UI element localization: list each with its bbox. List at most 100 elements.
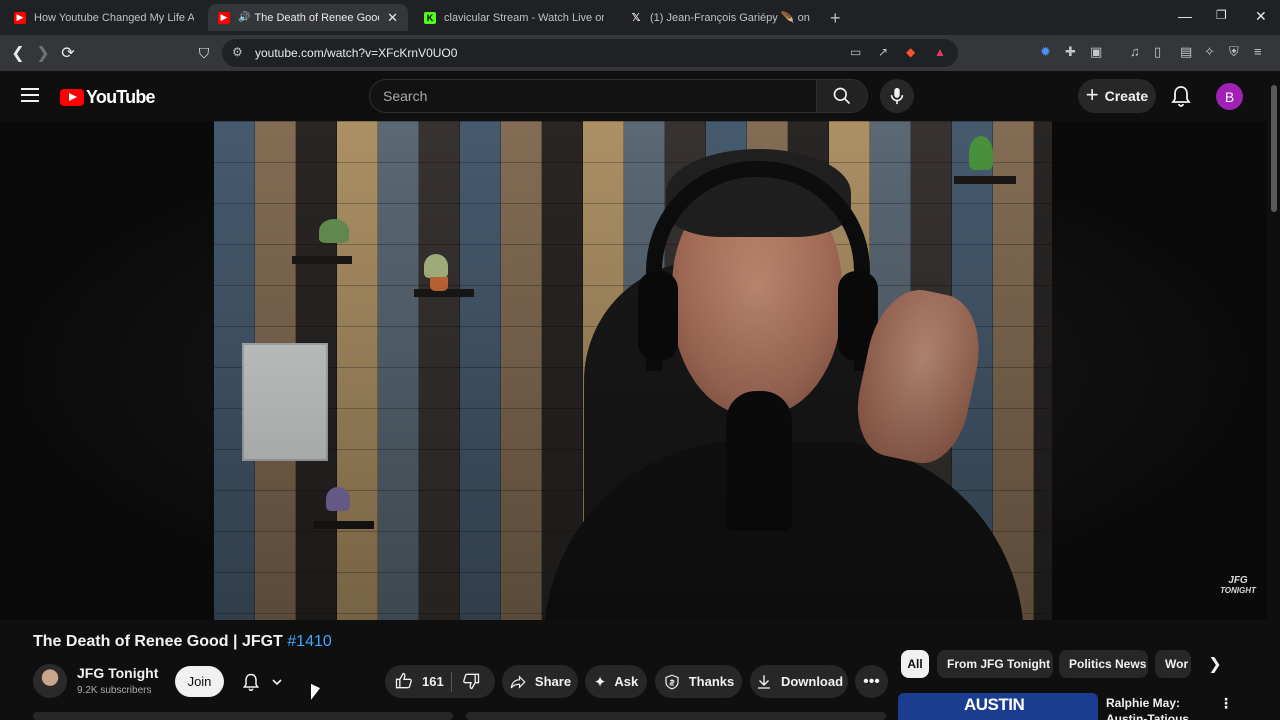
channel-avatar[interactable]	[33, 664, 67, 698]
browser-tab-1[interactable]: ▶ How Youtube Changed My Life Alrea	[4, 4, 204, 31]
youtube-logo[interactable]: YouTube	[60, 87, 156, 108]
bookmark-icon[interactable]: ⛉	[194, 43, 214, 63]
share-icon	[510, 674, 526, 689]
youtube-icon: ▶	[218, 11, 230, 24]
tab-title: How Youtube Changed My Life Alrea	[34, 11, 194, 24]
speaker-icon: 🔊	[238, 12, 251, 23]
window-close-icon[interactable]: ✕	[1255, 8, 1267, 25]
tab-title: (1) Jean-François Gariépy 🪶 on X: "I	[650, 12, 810, 24]
youtube-icon: ▶	[14, 11, 26, 24]
video-shade	[214, 121, 1052, 620]
more-actions-button[interactable]: •••	[855, 665, 888, 698]
brave-shield-icon[interactable]: ◆	[906, 45, 915, 59]
channel-name[interactable]: JFG Tonight	[77, 665, 158, 681]
video-player[interactable]: JFG TONIGHT	[0, 121, 1267, 620]
microphone-icon	[890, 87, 904, 105]
browser-tab-4[interactable]: 𝕏 (1) Jean-François Gariépy 🪶 on X: "I	[620, 4, 820, 31]
mouse-cursor	[311, 683, 320, 705]
forward-icon[interactable]: ❯	[33, 43, 53, 63]
scrollbar-thumb[interactable]	[1271, 85, 1277, 212]
share-button[interactable]: Share	[502, 665, 578, 698]
address-bar[interactable]: ⚙ youtube.com/watch?v=XFcKrnV0UO0 ▭ ↗ ◆ …	[222, 39, 958, 67]
thanks-button[interactable]: Thanks	[655, 665, 742, 698]
url-text: youtube.com/watch?v=XFcKrnV0UO0	[255, 46, 458, 60]
super-thanks-icon	[665, 674, 679, 689]
chip-from-channel[interactable]: From JFG Tonight	[937, 650, 1053, 678]
more-vertical-icon[interactable]: ⋮	[1219, 695, 1233, 712]
brave-rewards-icon[interactable]: ▲	[934, 45, 946, 59]
watermark-line-1: JFG	[1228, 575, 1248, 586]
extensions-icon[interactable]: ✚	[1065, 44, 1076, 60]
notifications-bell-icon[interactable]	[1169, 84, 1193, 108]
sparkle-icon: ✦	[593, 673, 607, 691]
chip-politics-news[interactable]: Politics News	[1059, 650, 1148, 678]
wallet-icon[interactable]: ▤	[1180, 44, 1192, 60]
like-separator	[451, 672, 452, 692]
join-button[interactable]: Join	[175, 666, 224, 697]
like-count: 161	[422, 673, 444, 689]
chip-partial[interactable]: Wor	[1155, 650, 1191, 678]
channel-watermark[interactable]: JFG TONIGHT	[1218, 576, 1258, 596]
minimize-icon[interactable]: —	[1178, 8, 1192, 24]
tab-title: The Death of Renee Good | JF	[254, 11, 379, 24]
chevron-down-icon	[272, 678, 282, 685]
create-button[interactable]: + Create	[1078, 79, 1156, 113]
tab-title: clavicular Stream - Watch Live on Kic	[444, 11, 604, 24]
youtube-masthead: YouTube Search + Create B	[0, 71, 1280, 121]
browser-tab-2[interactable]: ▶ 🔊 The Death of Renee Good | JF ✕	[208, 4, 408, 31]
close-tab-icon[interactable]: ✕	[387, 10, 398, 26]
youtube-play-icon	[60, 89, 84, 106]
screenshot-icon[interactable]: ▣	[1090, 44, 1102, 60]
video-hashtag-link[interactable]: #1410	[287, 633, 332, 650]
download-button[interactable]: Download	[750, 665, 848, 698]
logo-wordmark: YouTube	[86, 87, 156, 107]
plus-icon: +	[1085, 82, 1099, 107]
video-title-text: The Death of Renee Good | JFGT	[33, 633, 288, 650]
search-input[interactable]: Search	[369, 79, 817, 113]
like-dislike-group: 161	[385, 665, 495, 698]
media-icon[interactable]: ♫	[1130, 44, 1140, 59]
extension-vpn-icon[interactable]: ✹	[1040, 44, 1051, 60]
browser-tab-strip: ▶ How Youtube Changed My Life Alrea ▶ 🔊 …	[0, 0, 1280, 35]
ask-label: Ask	[614, 674, 639, 689]
voice-search-button[interactable]	[880, 79, 914, 113]
bell-icon	[242, 673, 260, 691]
subscription-notifications-button[interactable]	[232, 666, 292, 697]
account-avatar[interactable]: B	[1216, 83, 1243, 110]
leo-ai-icon[interactable]: ✧	[1204, 44, 1215, 60]
browser-toolbar: ❮ ❯ ⟳ ⛉ ⚙ youtube.com/watch?v=XFcKrnV0UO…	[0, 35, 1280, 71]
like-button[interactable]: 161	[394, 671, 444, 691]
subscriber-count: 9.2K subscribers	[77, 685, 152, 696]
download-label: Download	[780, 674, 844, 689]
ask-button[interactable]: ✦ Ask	[585, 665, 647, 698]
download-icon	[757, 674, 770, 689]
share-page-icon[interactable]: ↗	[878, 45, 888, 59]
recommendation-thumbnail[interactable]: AUSTIN	[898, 693, 1098, 720]
more-horizontal-icon: •••	[863, 672, 880, 690]
guide-menu-icon[interactable]	[21, 88, 39, 102]
back-icon[interactable]: ❮	[8, 43, 28, 63]
sidebar-icon[interactable]: ▯	[1154, 44, 1161, 60]
site-info-icon[interactable]: ⚙	[232, 45, 243, 59]
cast-icon[interactable]: ▭	[850, 45, 861, 59]
menu-icon[interactable]: ≡	[1254, 44, 1262, 59]
chevron-right-icon[interactable]: ❯	[1203, 652, 1227, 676]
chip-all[interactable]: All	[901, 650, 929, 678]
video-frame[interactable]	[214, 121, 1052, 620]
restore-icon[interactable]: ❐	[1216, 8, 1227, 22]
reload-icon[interactable]: ⟳	[58, 43, 78, 63]
new-tab-icon[interactable]: +	[830, 8, 841, 29]
video-title: The Death of Renee Good | JFGT #1410	[33, 633, 332, 651]
thumbs-up-icon	[395, 672, 412, 689]
page-scrollbar[interactable]	[1268, 71, 1280, 720]
create-label: Create	[1104, 88, 1149, 104]
search-button[interactable]	[816, 79, 868, 113]
thumbs-down-icon	[463, 673, 480, 690]
dislike-button[interactable]	[461, 671, 481, 696]
share-label: Share	[534, 674, 572, 689]
vpn-icon[interactable]: ⛨	[1229, 44, 1239, 60]
watermark-line-2: TONIGHT	[1220, 586, 1256, 595]
search-icon	[833, 87, 851, 105]
browser-tab-3[interactable]: K clavicular Stream - Watch Live on Kic	[414, 4, 614, 31]
recommendation-title[interactable]: Ralphie May: Austin-Tatious	[1106, 695, 1206, 720]
